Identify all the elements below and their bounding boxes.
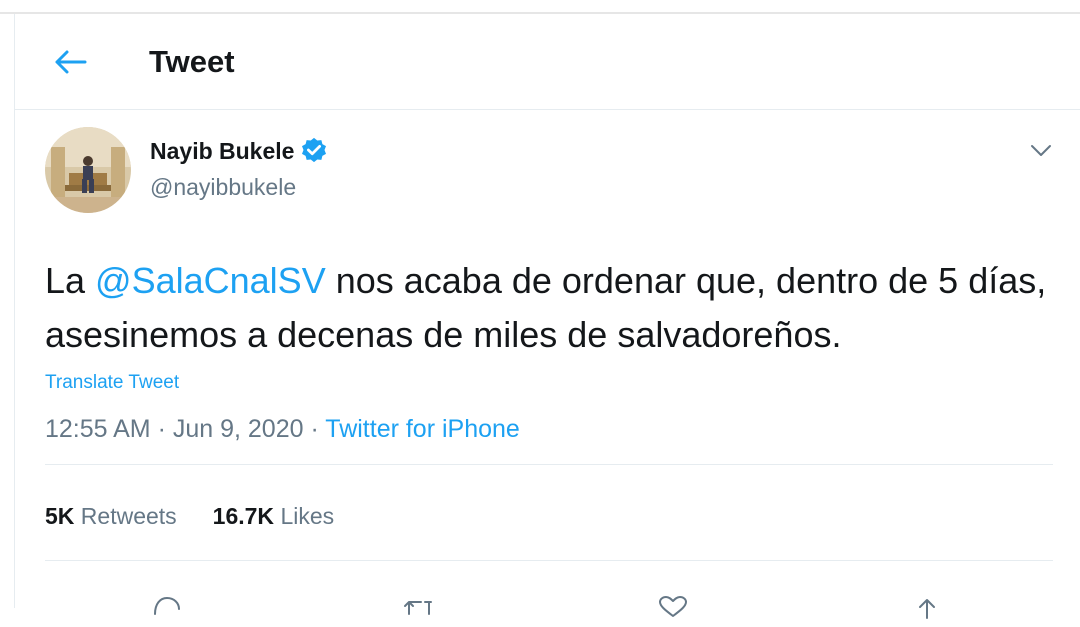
divider [45,464,1053,465]
divider [45,560,1053,561]
page-title: Tweet [149,44,235,79]
like-icon[interactable] [653,592,693,622]
tweet-text-before: La [45,260,96,301]
retweet-icon[interactable] [399,592,439,622]
chevron-down-icon[interactable] [1027,138,1055,162]
retweets-label: Retweets [80,503,177,529]
reply-icon[interactable] [147,592,187,622]
author-handle[interactable]: @nayibbukele [150,174,296,201]
avatar[interactable] [45,127,131,213]
meta-separator: · [303,415,326,443]
tweet-header: Tweet [15,14,1080,110]
meta-separator: · [150,415,173,443]
window-top-border [0,0,1080,14]
translate-tweet-link[interactable]: Translate Tweet [45,372,179,394]
back-arrow-icon[interactable] [51,46,91,78]
share-icon[interactable] [907,592,947,622]
tweet-date[interactable]: Jun 9, 2020 [173,415,304,443]
likes-count: 16.7K [212,503,275,529]
likes-stat[interactable]: 16.7K Likes [213,503,334,530]
tweet-meta: 12:55 AM · Jun 9, 2020 · Twitter for iPh… [45,415,520,444]
retweets-stat[interactable]: 5K Retweets [45,503,177,530]
tweet-text: La @SalaCnalSV nos acaba de ordenar que,… [45,254,1065,362]
verified-badge-icon [299,136,329,166]
tweet-source-link[interactable]: Twitter for iPhone [325,415,520,443]
likes-label: Likes [280,503,335,529]
retweets-count: 5K [45,503,75,529]
tweet-time[interactable]: 12:55 AM [45,415,151,443]
tweet-stats: 5K Retweets 16.7K Likes [45,503,334,530]
tweet-panel: Tweet Nayib Bukele @nayibbukele La @Sala… [14,14,1080,619]
mention-link[interactable]: @SalaCnalSV [95,260,326,301]
author-name[interactable]: Nayib Bukele [150,138,294,165]
author-name-row: Nayib Bukele [150,136,329,166]
